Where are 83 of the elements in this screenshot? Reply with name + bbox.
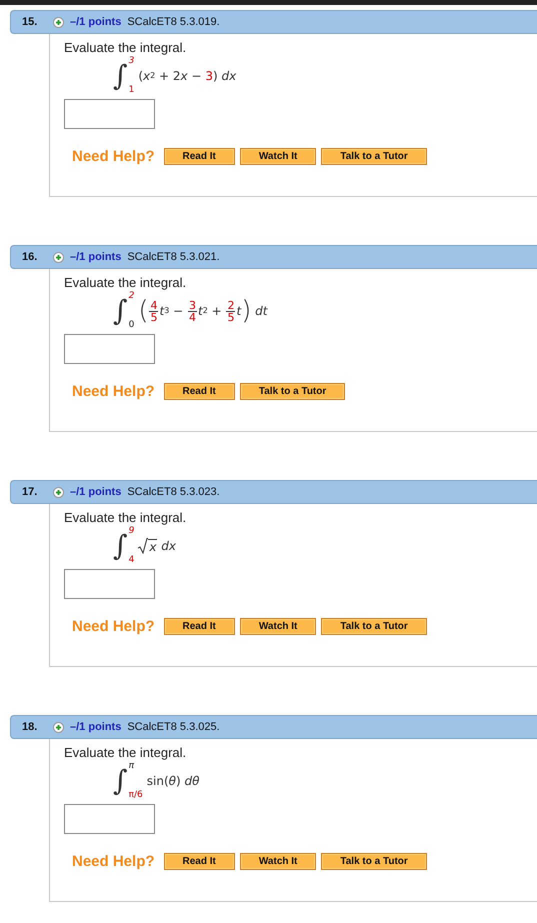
plus-icon[interactable] bbox=[53, 486, 64, 498]
answer-field[interactable] bbox=[64, 99, 155, 129]
need-help-label: Need Help? bbox=[72, 148, 155, 165]
parenthesis: ( bbox=[138, 298, 148, 324]
question-prompt: Evaluate the integral. bbox=[64, 510, 188, 525]
integral-sign: ∫ bbox=[113, 297, 128, 325]
variable: t bbox=[198, 304, 203, 318]
help-button[interactable]: Talk to a Tutor bbox=[240, 383, 346, 400]
help-button[interactable]: Watch It bbox=[240, 618, 316, 635]
variable: t bbox=[236, 304, 242, 318]
denominator: 5 bbox=[226, 312, 236, 322]
radical-icon bbox=[138, 538, 148, 554]
upper-limit: 3 bbox=[128, 57, 134, 66]
lower-limit: 0 bbox=[128, 321, 134, 330]
variable: dx bbox=[160, 539, 176, 553]
lower-limit: 4 bbox=[128, 556, 134, 565]
variable: x bbox=[180, 69, 188, 83]
integrand-text: + 2 bbox=[158, 69, 181, 83]
integrand-text: ) bbox=[212, 69, 219, 83]
help-button[interactable]: Talk to a Tutor bbox=[321, 853, 427, 870]
integral-sign: ∫ bbox=[113, 62, 128, 90]
question-prompt: Evaluate the integral. bbox=[64, 275, 188, 290]
upper-limit: π bbox=[128, 762, 136, 771]
help-button[interactable]: Talk to a Tutor bbox=[321, 148, 427, 165]
question-code: SCalcET8 5.3.019. bbox=[127, 16, 220, 28]
numerator: 4 bbox=[149, 300, 158, 312]
lower-limit: 1 bbox=[128, 86, 134, 95]
lower-limit: π/6 bbox=[128, 791, 143, 800]
need-help-label: Need Help? bbox=[72, 853, 155, 870]
numerator: 2 bbox=[226, 300, 236, 312]
answer-field[interactable] bbox=[64, 334, 155, 364]
question-prompt: Evaluate the integral. bbox=[64, 745, 188, 760]
help-button[interactable]: Watch It bbox=[240, 853, 316, 870]
integral-sign: ∫ bbox=[113, 767, 128, 795]
question-code: SCalcET8 5.3.023. bbox=[127, 486, 220, 498]
help-button[interactable]: Read It bbox=[164, 383, 235, 400]
help-button[interactable]: Read It bbox=[164, 853, 235, 870]
denominator: 4 bbox=[188, 312, 197, 322]
question-number: 18. bbox=[22, 721, 38, 733]
help-button[interactable]: Read It bbox=[164, 148, 235, 165]
integral-sign: ∫ bbox=[113, 532, 128, 560]
variable: t bbox=[159, 304, 164, 318]
points-label: –/1 points bbox=[70, 251, 122, 263]
upper-limit: 2 bbox=[128, 292, 134, 301]
integrand-text: + bbox=[210, 304, 223, 318]
exponent: 3 bbox=[164, 307, 170, 315]
answer-field[interactable] bbox=[64, 804, 155, 834]
upper-limit: 9 bbox=[128, 527, 134, 536]
integrand-text: − bbox=[172, 304, 184, 318]
given-number: 3 bbox=[205, 69, 213, 83]
integrand-text: sin( bbox=[146, 774, 169, 788]
question-code: SCalcET8 5.3.021. bbox=[127, 251, 220, 263]
need-help-label: Need Help? bbox=[72, 618, 155, 635]
variable: x bbox=[143, 69, 150, 83]
variable: dt bbox=[254, 304, 268, 318]
question-number: 15. bbox=[22, 16, 38, 28]
question-code: SCalcET8 5.3.025. bbox=[127, 721, 220, 733]
denominator: 5 bbox=[149, 312, 158, 322]
help-button[interactable]: Watch It bbox=[240, 148, 316, 165]
points-label: –/1 points bbox=[70, 16, 122, 28]
help-button[interactable]: Read It bbox=[164, 618, 235, 635]
question-number: 16. bbox=[22, 251, 38, 263]
parenthesis: ) bbox=[241, 298, 252, 324]
integrand-text: ( bbox=[138, 69, 144, 83]
points-label: –/1 points bbox=[70, 486, 122, 498]
variable: θ bbox=[168, 774, 176, 788]
integrand-text: − bbox=[190, 69, 203, 83]
numerator: 3 bbox=[188, 300, 197, 312]
variable: dθ bbox=[184, 774, 200, 788]
points-label: –/1 points bbox=[70, 721, 122, 733]
question-prompt: Evaluate the integral. bbox=[64, 40, 188, 55]
integrand-text: ) bbox=[176, 774, 182, 788]
variable: dx bbox=[221, 69, 236, 83]
question-number: 17. bbox=[22, 486, 38, 498]
plus-icon[interactable] bbox=[53, 16, 64, 28]
plus-icon[interactable] bbox=[53, 722, 64, 732]
exponent: 2 bbox=[202, 307, 208, 315]
help-button[interactable]: Talk to a Tutor bbox=[321, 618, 427, 635]
radicand: x bbox=[148, 539, 158, 554]
exponent: 2 bbox=[150, 72, 156, 80]
plus-icon[interactable] bbox=[53, 252, 64, 262]
answer-field[interactable] bbox=[64, 569, 155, 599]
need-help-label: Need Help? bbox=[72, 383, 155, 400]
